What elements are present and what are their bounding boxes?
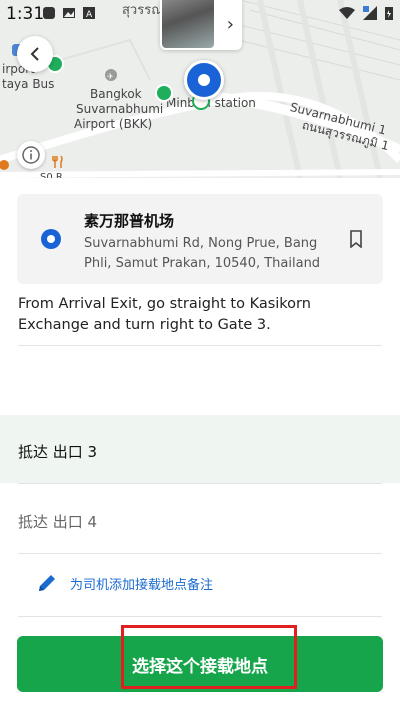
chevron-left-icon bbox=[30, 47, 39, 61]
airport-marker-icon: ✈ bbox=[105, 69, 117, 81]
svg-text:✈: ✈ bbox=[107, 72, 114, 81]
restaurant-icon bbox=[52, 155, 63, 168]
map-label-airport-1: Bangkok bbox=[90, 87, 142, 101]
status-time: 1:31 bbox=[6, 4, 45, 24]
location-address: Suvarnabhumi Rd, Nong Prue, Bang Phli, S… bbox=[84, 236, 321, 271]
bus-icon bbox=[43, 7, 55, 19]
map-label-bottom: S0 R bbox=[40, 172, 63, 178]
info-icon bbox=[22, 146, 40, 164]
street-view-photo bbox=[162, 0, 214, 48]
signal-icon bbox=[363, 6, 377, 20]
pencil-icon bbox=[39, 575, 55, 591]
location-pin-icon bbox=[41, 229, 61, 249]
divider bbox=[18, 345, 382, 346]
map-view[interactable]: 1:31 A สุวรรณ irport taya Bus ✈ Bangkok … bbox=[0, 0, 400, 178]
add-note-link[interactable]: 为司机添加接载地点备注 bbox=[36, 572, 213, 594]
shop-icon bbox=[0, 160, 9, 170]
pickup-instruction: From Arrival Exit, go straight to Kasiko… bbox=[18, 296, 311, 333]
location-card[interactable]: 素万那普机场 Suvarnabhumi Rd, Nong Prue, Bang … bbox=[17, 194, 383, 284]
svg-text:A: A bbox=[86, 10, 93, 20]
street-view-thumbnail[interactable]: › bbox=[160, 0, 242, 50]
map-label-airport-2: Suvarnabhumi bbox=[76, 102, 164, 116]
location-name: 素万那普机场 bbox=[84, 212, 175, 230]
selected-location-pin bbox=[184, 60, 224, 100]
divider bbox=[18, 553, 382, 554]
gate-option-label: 抵达 出口 4 bbox=[18, 513, 98, 531]
map-label-airport-3: Airport (BKK) bbox=[74, 117, 153, 131]
select-pickup-button[interactable]: 选择这个接载地点 bbox=[17, 636, 383, 692]
battery-icon bbox=[385, 7, 393, 20]
map-label-airport-bus-2: taya Bus bbox=[2, 77, 55, 91]
pickup-point-marker[interactable] bbox=[155, 84, 173, 102]
wifi-icon bbox=[339, 7, 355, 19]
chevron-right-icon: › bbox=[226, 14, 234, 35]
gate-option-label: 抵达 出口 3 bbox=[18, 443, 98, 461]
info-button[interactable] bbox=[17, 141, 45, 169]
divider bbox=[18, 616, 382, 617]
divider bbox=[18, 483, 382, 484]
add-note-label: 为司机添加接载地点备注 bbox=[70, 577, 214, 593]
select-pickup-label: 选择这个接载地点 bbox=[132, 656, 268, 677]
bookmark-icon[interactable] bbox=[349, 230, 363, 248]
gate-option-selected[interactable]: 抵达 出口 3 bbox=[0, 415, 400, 483]
back-button[interactable] bbox=[17, 36, 53, 72]
image-icon bbox=[63, 8, 75, 18]
app-a-icon: A bbox=[83, 7, 95, 20]
